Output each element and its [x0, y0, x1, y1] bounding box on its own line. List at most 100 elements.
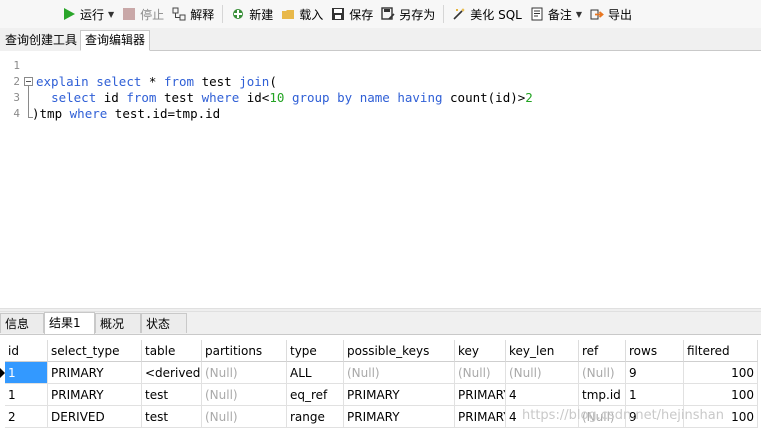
beautify-sql-button[interactable]: 美化 SQL	[448, 2, 526, 26]
column-header-possible-keys[interactable]: possible_keys	[344, 340, 455, 362]
tab-query-builder[interactable]: 查询创建工具	[0, 30, 83, 51]
magic-wand-icon	[452, 7, 466, 21]
column-header-ref[interactable]: ref	[579, 340, 626, 362]
result-tab-bar: 信息 结果1 概况 状态	[0, 312, 761, 335]
line-number: 4	[13, 107, 20, 120]
column-header-key[interactable]: key	[455, 340, 506, 362]
tab-info[interactable]: 信息	[0, 313, 44, 333]
column-header-table[interactable]: table	[142, 340, 202, 362]
cell-key[interactable]: PRIMARY	[455, 384, 506, 406]
cell-ref[interactable]: tmp.id	[579, 384, 626, 406]
line-number: 3	[13, 91, 20, 104]
save-as-label: 另存为	[399, 7, 436, 22]
stop-label: 停止	[140, 7, 165, 22]
sql-editor[interactable]: 1 2 3 4 explain select * from test join(…	[0, 51, 761, 308]
explain-label: 解释	[190, 7, 215, 22]
run-label: 运行	[80, 7, 105, 22]
load-button[interactable]: 载入	[277, 2, 327, 26]
tab-profile[interactable]: 概况	[95, 313, 141, 333]
tab-status[interactable]: 状态	[141, 313, 187, 333]
column-header-filtered[interactable]: filtered	[684, 340, 758, 362]
cell-select-type[interactable]: PRIMARY	[48, 384, 142, 406]
save-button[interactable]: 保存	[327, 2, 377, 26]
save-as-button[interactable]: 另存为	[377, 2, 439, 26]
cell-possible-keys[interactable]: PRIMARY	[344, 384, 455, 406]
new-label: 新建	[249, 7, 274, 22]
save-as-icon	[381, 7, 395, 21]
cell-possible-keys[interactable]: PRIMARY	[344, 406, 455, 428]
line-number: 1	[13, 59, 20, 72]
cell-id[interactable]: 1	[5, 384, 48, 406]
cell-id[interactable]: 2	[5, 406, 48, 428]
remark-label: 备注	[547, 7, 572, 22]
beautify-sql-label: 美化 SQL	[470, 7, 522, 22]
cell-key-len[interactable]: 4	[506, 384, 579, 406]
tab-query-editor[interactable]: 查询编辑器	[80, 30, 151, 51]
header-row: id select_type table partitions type pos…	[0, 340, 761, 362]
cell-type[interactable]: range	[287, 406, 344, 428]
cell-rows[interactable]: 9	[626, 362, 684, 384]
column-header-partitions[interactable]: partitions	[202, 340, 287, 362]
stop-button[interactable]: 停止	[118, 2, 168, 26]
line-number: 2	[13, 75, 20, 88]
code-line: )tmp where test.id=tmp.id	[32, 106, 221, 121]
run-button[interactable]: 运行 ▼	[58, 2, 118, 26]
export-button[interactable]: 导出	[586, 2, 636, 26]
cell-filtered[interactable]: 100	[684, 384, 758, 406]
cell-key-len[interactable]: (Null)	[506, 362, 579, 384]
fold-collapse-icon[interactable]	[24, 77, 33, 86]
stop-icon	[122, 7, 136, 21]
toolbar-separator	[222, 5, 224, 23]
folder-icon	[281, 7, 295, 21]
save-label: 保存	[349, 7, 374, 22]
explain-button[interactable]: 解释	[168, 2, 218, 26]
toolbar-separator	[443, 5, 445, 23]
export-label: 导出	[608, 7, 633, 22]
line-number-gutter: 1 2 3 4	[0, 58, 24, 122]
code-line: select id from test where id<10 group by…	[51, 90, 533, 105]
column-header-select-type[interactable]: select_type	[48, 340, 142, 362]
cell-ref[interactable]: (Null)	[579, 362, 626, 384]
save-icon	[331, 7, 345, 21]
cell-table[interactable]: <derived2>	[142, 362, 202, 384]
column-header-key-len[interactable]: key_len	[506, 340, 579, 362]
cell-table[interactable]: test	[142, 384, 202, 406]
cell-type[interactable]: eq_ref	[287, 384, 344, 406]
export-icon	[590, 7, 604, 21]
cell-partitions[interactable]: (Null)	[202, 406, 287, 428]
code-line: explain select * from test join(	[36, 74, 277, 89]
cell-type[interactable]: ALL	[287, 362, 344, 384]
column-header-id[interactable]: id	[5, 340, 48, 362]
new-query-icon	[231, 7, 245, 21]
table-row[interactable]: 1 PRIMARY test (Null) eq_ref PRIMARY PRI…	[0, 384, 761, 406]
cell-filtered[interactable]: 100	[684, 362, 758, 384]
play-icon	[62, 7, 76, 21]
new-button[interactable]: 新建	[227, 2, 277, 26]
fold-guide-line	[28, 86, 29, 117]
cell-rows[interactable]: 1	[626, 384, 684, 406]
editor-tab-bar: 查询创建工具 查询编辑器	[0, 28, 761, 51]
code-area[interactable]: explain select * from test join( select …	[32, 58, 533, 122]
cell-partitions[interactable]: (Null)	[202, 362, 287, 384]
cell-table[interactable]: test	[142, 406, 202, 428]
explain-icon	[172, 7, 186, 21]
cell-possible-keys[interactable]: (Null)	[344, 362, 455, 384]
note-icon	[530, 7, 544, 21]
run-dropdown-icon[interactable]: ▼	[108, 10, 114, 19]
tab-result-1[interactable]: 结果1	[44, 312, 95, 334]
load-label: 载入	[299, 7, 324, 22]
cell-key[interactable]: PRIMARY	[455, 406, 506, 428]
cell-select-type[interactable]: PRIMARY	[48, 362, 142, 384]
column-header-type[interactable]: type	[287, 340, 344, 362]
cell-partitions[interactable]: (Null)	[202, 384, 287, 406]
cell-select-type[interactable]: DERIVED	[48, 406, 142, 428]
remark-button[interactable]: 备注 ▼	[526, 2, 586, 26]
table-row[interactable]: 1 PRIMARY <derived2> (Null) ALL (Null) (…	[0, 362, 761, 384]
toolbar: 运行 ▼ 停止 解释 新建 载入 保存 另存为 美化 SQL 备注 ▼ 导出	[0, 0, 761, 29]
remark-dropdown-icon[interactable]: ▼	[576, 10, 582, 19]
watermark-text: https://blog.csdn.net/hejinshan	[522, 408, 724, 423]
column-header-rows[interactable]: rows	[626, 340, 684, 362]
cell-id[interactable]: 1	[5, 362, 48, 384]
cell-key[interactable]: (Null)	[455, 362, 506, 384]
